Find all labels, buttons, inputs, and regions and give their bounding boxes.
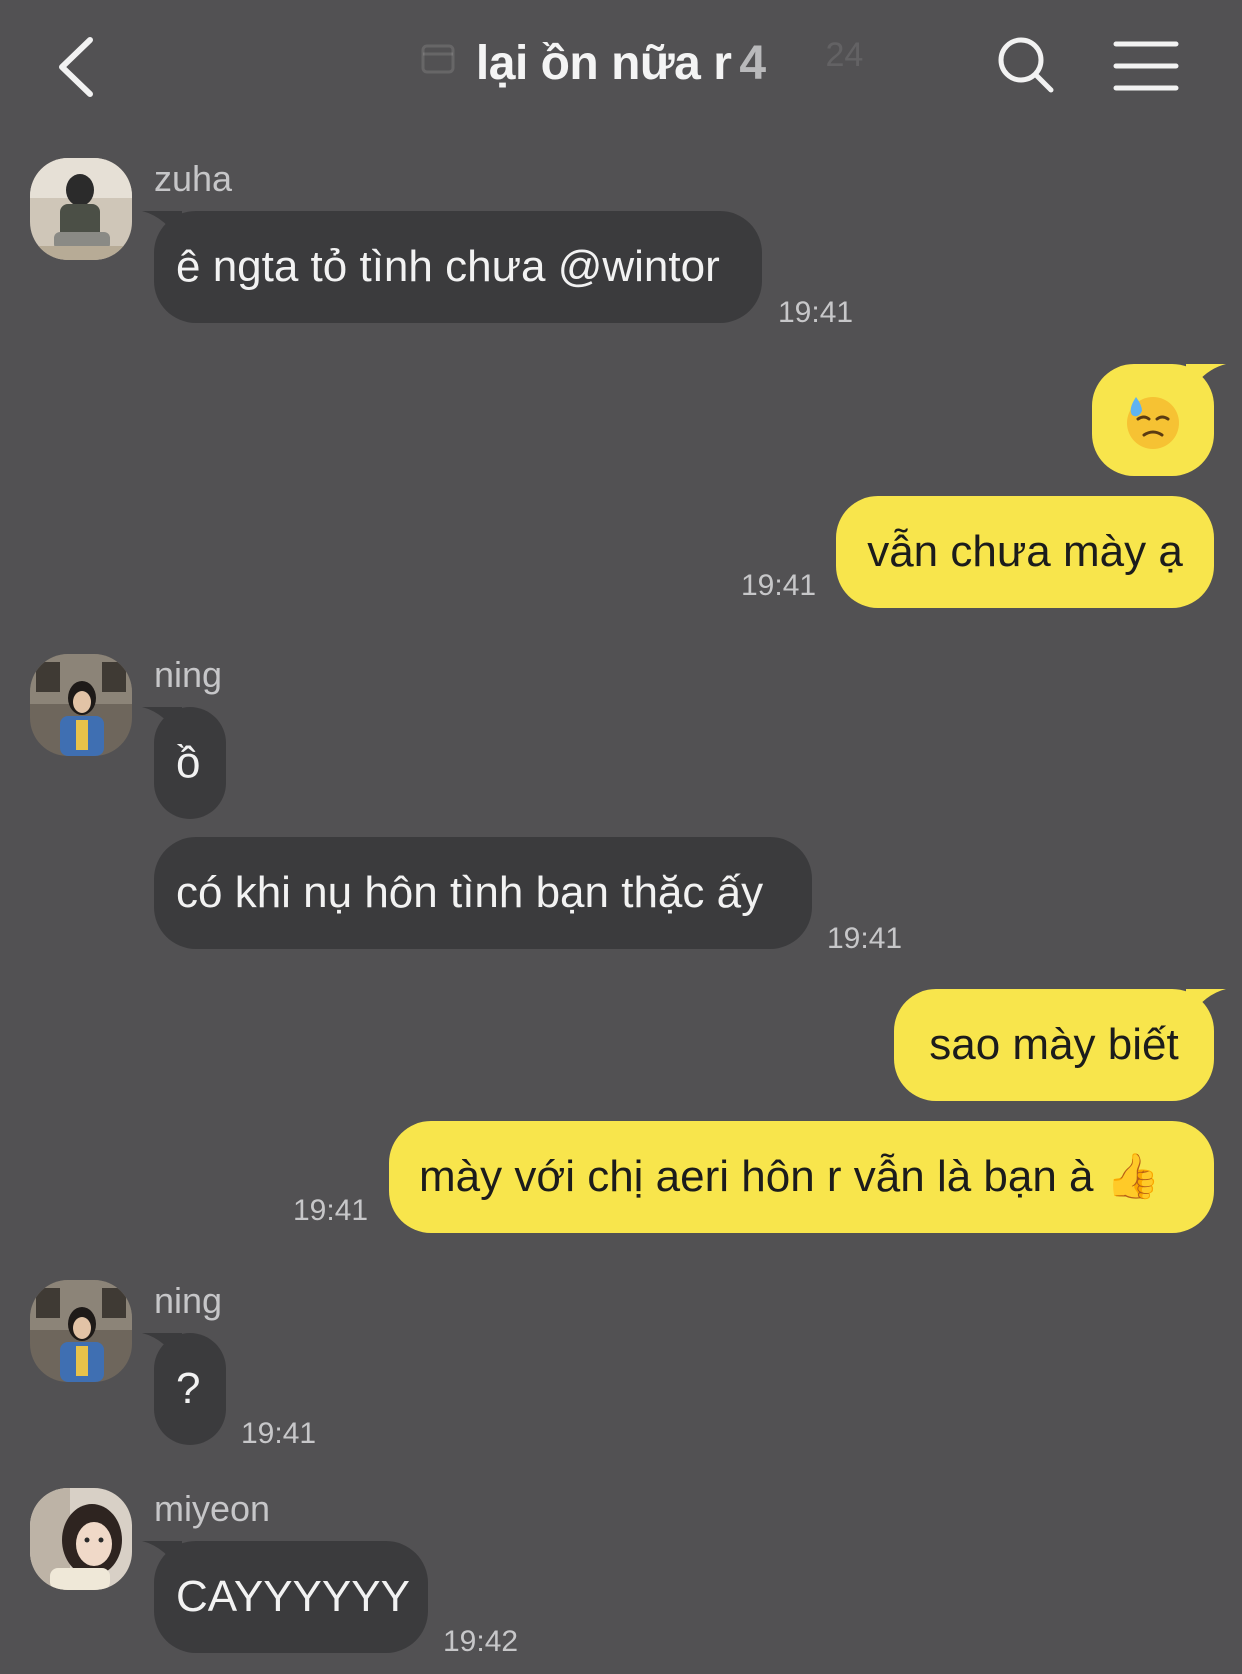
chat-title: lại ồn nữa r — [475, 37, 732, 90]
message-bubble-outgoing[interactable]: vẫn chưa mày ạ — [836, 496, 1214, 608]
message-text: sao mày biết — [929, 1020, 1179, 1069]
message-text: có khi nụ hôn tình bạn thặc ấy — [176, 868, 764, 917]
sender-name: ning — [154, 1280, 223, 1321]
avatar-miyeon[interactable] — [30, 1488, 132, 1590]
member-count: 4 — [739, 37, 767, 90]
message-time: 19:41 — [741, 569, 817, 602]
sender-name: zuha — [154, 158, 233, 199]
avatar-zuha[interactable] — [30, 158, 132, 260]
message-bubble-outgoing[interactable]: mày với chị aeri hôn r vẫn là bạn à 👍 — [389, 1121, 1214, 1233]
message-text: ? — [176, 1364, 201, 1413]
search-button[interactable] — [995, 34, 1057, 96]
sender-name: ning — [154, 654, 223, 695]
message-bubble-incoming[interactable]: ồ — [142, 707, 226, 819]
message-time: 19:42 — [443, 1625, 519, 1658]
sender-name: miyeon — [154, 1488, 271, 1529]
message-text: mày với chị aeri hôn r vẫn là bạn à 👍 — [419, 1152, 1161, 1201]
message-text: ê ngta tỏ tình chưa @wintor — [176, 242, 720, 291]
message-text: ồ — [176, 738, 201, 787]
chat-header: 24 lại ồn nữa r4 — [0, 0, 1242, 140]
message-text: CAYYYYYY — [176, 1572, 410, 1621]
message-text: vẫn chưa mày ạ — [867, 527, 1183, 576]
message-time: 19:41 — [778, 296, 854, 329]
message-bubble-incoming[interactable]: CAYYYYYY — [142, 1541, 428, 1653]
downcast-sweat-emoji — [1127, 397, 1179, 450]
search-icon — [998, 37, 1054, 93]
message-time: 19:41 — [241, 1417, 317, 1450]
hamburger-menu-icon — [1113, 41, 1179, 91]
message-bubble-outgoing[interactable] — [1092, 364, 1226, 476]
message-bubble-incoming[interactable]: ? — [142, 1333, 226, 1445]
message-time: 19:41 — [827, 922, 903, 955]
menu-button[interactable] — [1113, 36, 1179, 96]
avatar-ning[interactable] — [30, 654, 132, 756]
avatar-ning[interactable] — [30, 1280, 132, 1382]
message-bubble-outgoing[interactable]: sao mày biết — [894, 989, 1226, 1101]
message-bubble-incoming[interactable]: ê ngta tỏ tình chưa @wintor — [142, 211, 762, 323]
message-bubble-incoming[interactable]: có khi nụ hôn tình bạn thặc ấy — [154, 837, 812, 949]
message-time: 19:41 — [293, 1194, 369, 1227]
